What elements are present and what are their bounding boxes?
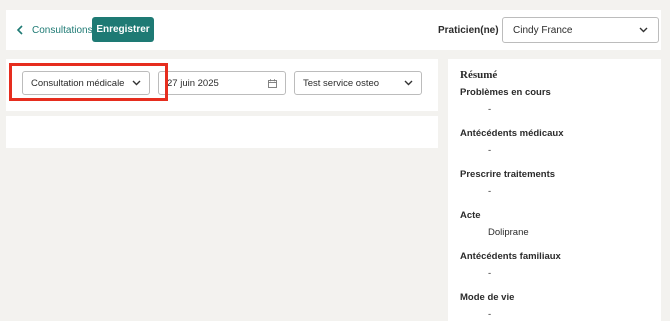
consultation-form-panel: Consultation médicale 27 juin 2025 Test … — [6, 59, 438, 111]
summary-section: Antécédents médicaux - — [460, 128, 649, 157]
praticien-select[interactable]: Cindy France — [502, 17, 659, 43]
praticien-label: Praticien(ne) — [438, 25, 499, 36]
service-select[interactable]: Test service osteo — [294, 71, 422, 95]
top-bar: Consultations Enregistrer Praticien(ne) … — [6, 10, 661, 50]
summary-section: Antécédents familiaux - — [460, 251, 649, 280]
chevron-left-icon — [16, 25, 23, 35]
summary-section: Problèmes en cours - — [460, 87, 649, 116]
chevron-down-icon — [639, 27, 648, 33]
summary-section-value: - — [488, 309, 492, 320]
consultation-content-panel — [6, 116, 438, 148]
summary-section-title: Acte — [460, 210, 481, 221]
summary-title: Résumé — [460, 69, 498, 81]
summary-section-value: - — [488, 104, 492, 115]
summary-section-value: Doliprane — [488, 227, 529, 238]
summary-section-title: Mode de vie — [460, 292, 515, 303]
consultation-type-value: Consultation médicale — [31, 77, 125, 89]
summary-section-value: - — [488, 145, 492, 156]
chevron-down-icon — [404, 80, 413, 86]
calendar-icon[interactable] — [268, 78, 277, 88]
service-select-value: Test service osteo — [303, 77, 380, 89]
summary-section-value: - — [488, 186, 492, 197]
summary-section-value: - — [488, 268, 492, 279]
consultation-date-value: 27 juin 2025 — [167, 77, 219, 89]
summary-section: Acte Doliprane — [460, 210, 649, 239]
back-to-consultations-link[interactable]: Consultations — [16, 20, 93, 40]
summary-section-title: Antécédents médicaux — [460, 128, 564, 139]
chevron-down-icon — [132, 80, 141, 86]
back-link-label: Consultations — [32, 24, 93, 36]
summary-section-title: Prescrire traitements — [460, 169, 556, 180]
summary-section-title: Antécédents familiaux — [460, 251, 561, 262]
summary-panel: Résumé Problèmes en cours - Antécédents … — [448, 59, 661, 321]
summary-section-title: Problèmes en cours — [460, 87, 551, 98]
summary-section: Mode de vie - — [460, 292, 649, 321]
save-button[interactable]: Enregistrer — [92, 17, 154, 42]
consultation-type-select[interactable]: Consultation médicale — [22, 71, 150, 95]
summary-section: Prescrire traitements - — [460, 169, 649, 198]
praticien-select-value: Cindy France — [513, 24, 573, 36]
consultation-date-field[interactable]: 27 juin 2025 — [158, 71, 286, 95]
